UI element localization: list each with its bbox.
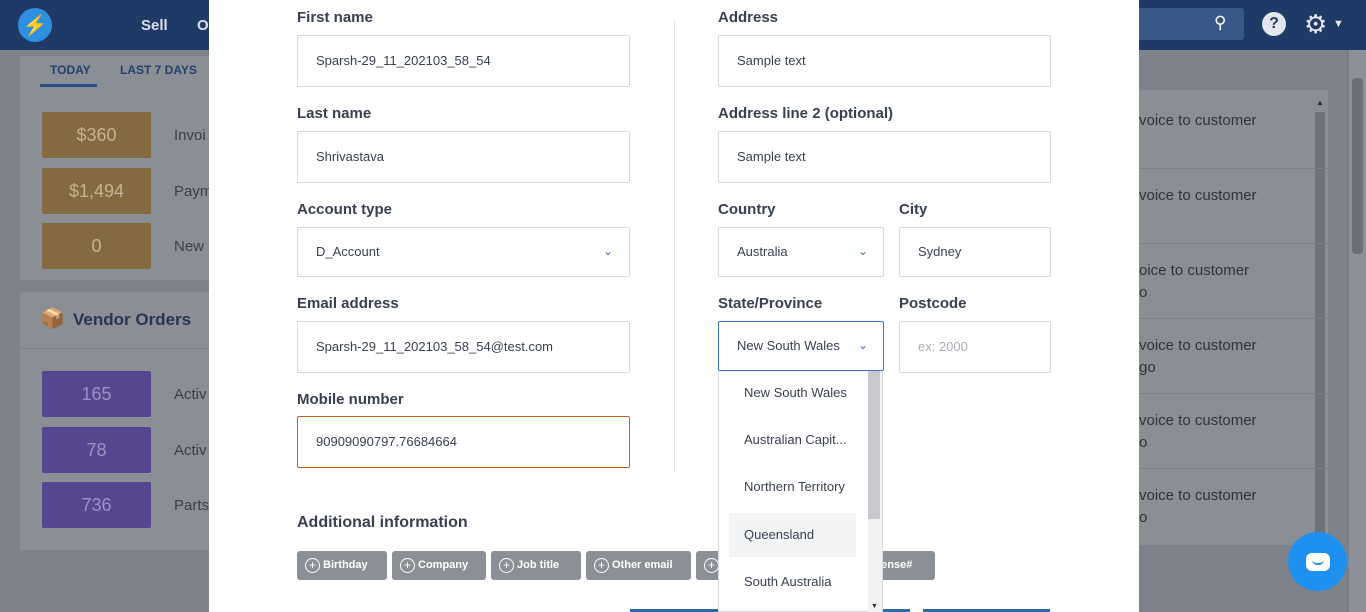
divider: [1118, 468, 1328, 469]
postcode-input[interactable]: ex: 2000: [899, 321, 1051, 373]
nav-sell[interactable]: Sell: [141, 17, 168, 34]
chip-label: Other email: [612, 559, 673, 571]
chevron-down-icon[interactable]: ▼: [1333, 18, 1344, 30]
plus-icon: +: [704, 558, 719, 573]
vendor-stat-value: 736: [42, 482, 151, 528]
dropdown-scrollbar-thumb[interactable]: [868, 371, 880, 519]
vendor-orders-icon: 📦: [40, 308, 65, 330]
state-option[interactable]: Northern Territory: [729, 465, 856, 509]
chevron-down-icon[interactable]: ⌄: [603, 244, 613, 258]
activity-item[interactable]: oice to customer: [1139, 262, 1249, 279]
postcode-label: Postcode: [899, 295, 967, 312]
address-label: Address: [718, 9, 779, 26]
plus-icon: +: [305, 558, 320, 573]
first-name-label: First name: [297, 9, 373, 26]
page-scrollbar-thumb[interactable]: [1352, 78, 1363, 254]
chip-label: Job title: [517, 559, 560, 571]
divider: [20, 348, 220, 349]
email-label: Email address: [297, 295, 399, 312]
additional-information-title: Additional information: [297, 514, 468, 531]
address2-label: Address line 2 (optional): [718, 105, 894, 122]
first-name-input[interactable]: Sparsh-29_11_202103_58_54: [297, 35, 630, 87]
email-input[interactable]: Sparsh-29_11_202103_58_54@test.com: [297, 321, 630, 373]
account-type-select[interactable]: D_Account: [297, 227, 630, 277]
tab-last-7-days[interactable]: LAST 7 DAYS: [120, 63, 197, 77]
stat-new-label: New: [174, 238, 205, 255]
vendor-stat-label: Activ: [174, 442, 207, 459]
chevron-down-icon[interactable]: ⌄: [858, 244, 868, 258]
vendor-stat-label: Parts: [174, 497, 210, 514]
vendor-orders-title: Vendor Orders: [73, 310, 192, 329]
state-option[interactable]: New South Wales: [729, 371, 856, 415]
address2-input[interactable]: Sample text: [718, 131, 1051, 183]
column-divider: [674, 20, 675, 472]
add-birthday-button[interactable]: + Birthday: [297, 551, 387, 580]
activity-item[interactable]: voice to customer: [1139, 112, 1257, 129]
divider: [1118, 318, 1328, 319]
state-option[interactable]: Australian Capit...: [729, 418, 856, 462]
account-type-label: Account type: [297, 201, 393, 218]
add-company-button[interactable]: + Company: [392, 551, 486, 580]
add-other-email-button[interactable]: + Other email: [586, 551, 691, 580]
activity-item[interactable]: voice to customer: [1139, 487, 1257, 504]
state-option[interactable]: Queensland: [729, 513, 856, 557]
tab-today[interactable]: TODAY: [50, 63, 91, 77]
activity-item-sub: o: [1139, 284, 1148, 301]
chat-button[interactable]: [1288, 532, 1347, 591]
state-dropdown-list: New South Wales Australian Capit... Nort…: [718, 371, 883, 612]
chip-label: Company: [418, 559, 469, 571]
activity-item[interactable]: voice to customer: [1139, 187, 1257, 204]
city-input[interactable]: Sydney: [899, 227, 1051, 277]
stat-payments-label: Paym: [174, 183, 213, 200]
stat-invoices-value: $360: [42, 112, 151, 158]
global-search-bar[interactable]: [1128, 8, 1244, 40]
help-icon[interactable]: ?: [1262, 12, 1286, 36]
activity-item[interactable]: voice to customer: [1139, 412, 1257, 429]
vendor-stat-value: 165: [42, 371, 151, 417]
stat-new-value: 0: [42, 223, 151, 269]
nav-partial-item[interactable]: O: [197, 17, 209, 34]
address-input[interactable]: Sample text: [718, 35, 1051, 87]
divider: [1118, 393, 1328, 394]
stat-payments-value: $1,494: [42, 168, 151, 214]
stat-invoices-label: Invoi: [174, 127, 206, 144]
add-job-title-button[interactable]: + Job title: [491, 551, 581, 580]
state-option[interactable]: South Australia: [729, 560, 856, 604]
plus-icon: +: [400, 558, 415, 573]
last-name-input[interactable]: Shrivastava: [297, 131, 630, 183]
activity-item[interactable]: voice to customer: [1139, 337, 1257, 354]
activity-item-sub: o: [1139, 434, 1148, 451]
vendor-stat-label: Activ: [174, 386, 207, 403]
country-label: Country: [718, 201, 776, 218]
activity-item-sub: o: [1139, 509, 1148, 526]
chat-icon: [1305, 552, 1330, 571]
vendor-stat-value: 78: [42, 427, 151, 473]
chip-label: Birthday: [323, 559, 368, 571]
activity-scrollbar[interactable]: [1315, 112, 1325, 542]
active-tab-indicator: [40, 84, 97, 87]
chevron-down-icon[interactable]: ⌄: [858, 338, 868, 352]
plus-icon: +: [594, 558, 609, 573]
mobile-label: Mobile number: [297, 391, 404, 408]
mobile-input[interactable]: 90909090797.76684664: [297, 416, 630, 468]
city-label: City: [899, 201, 928, 218]
scroll-up-arrow-icon[interactable]: ▲: [1316, 98, 1324, 107]
state-label: State/Province: [718, 295, 823, 312]
divider: [1118, 243, 1328, 244]
plus-icon: +: [499, 558, 514, 573]
scroll-down-arrow-icon[interactable]: ▼: [871, 603, 878, 610]
activity-item-sub: go: [1139, 359, 1156, 376]
last-name-label: Last name: [297, 105, 372, 122]
app-logo-icon[interactable]: ⚡: [18, 8, 52, 42]
gear-icon[interactable]: ⚙: [1304, 9, 1327, 40]
divider: [1118, 168, 1328, 169]
search-icon[interactable]: ⚲: [1214, 13, 1226, 33]
